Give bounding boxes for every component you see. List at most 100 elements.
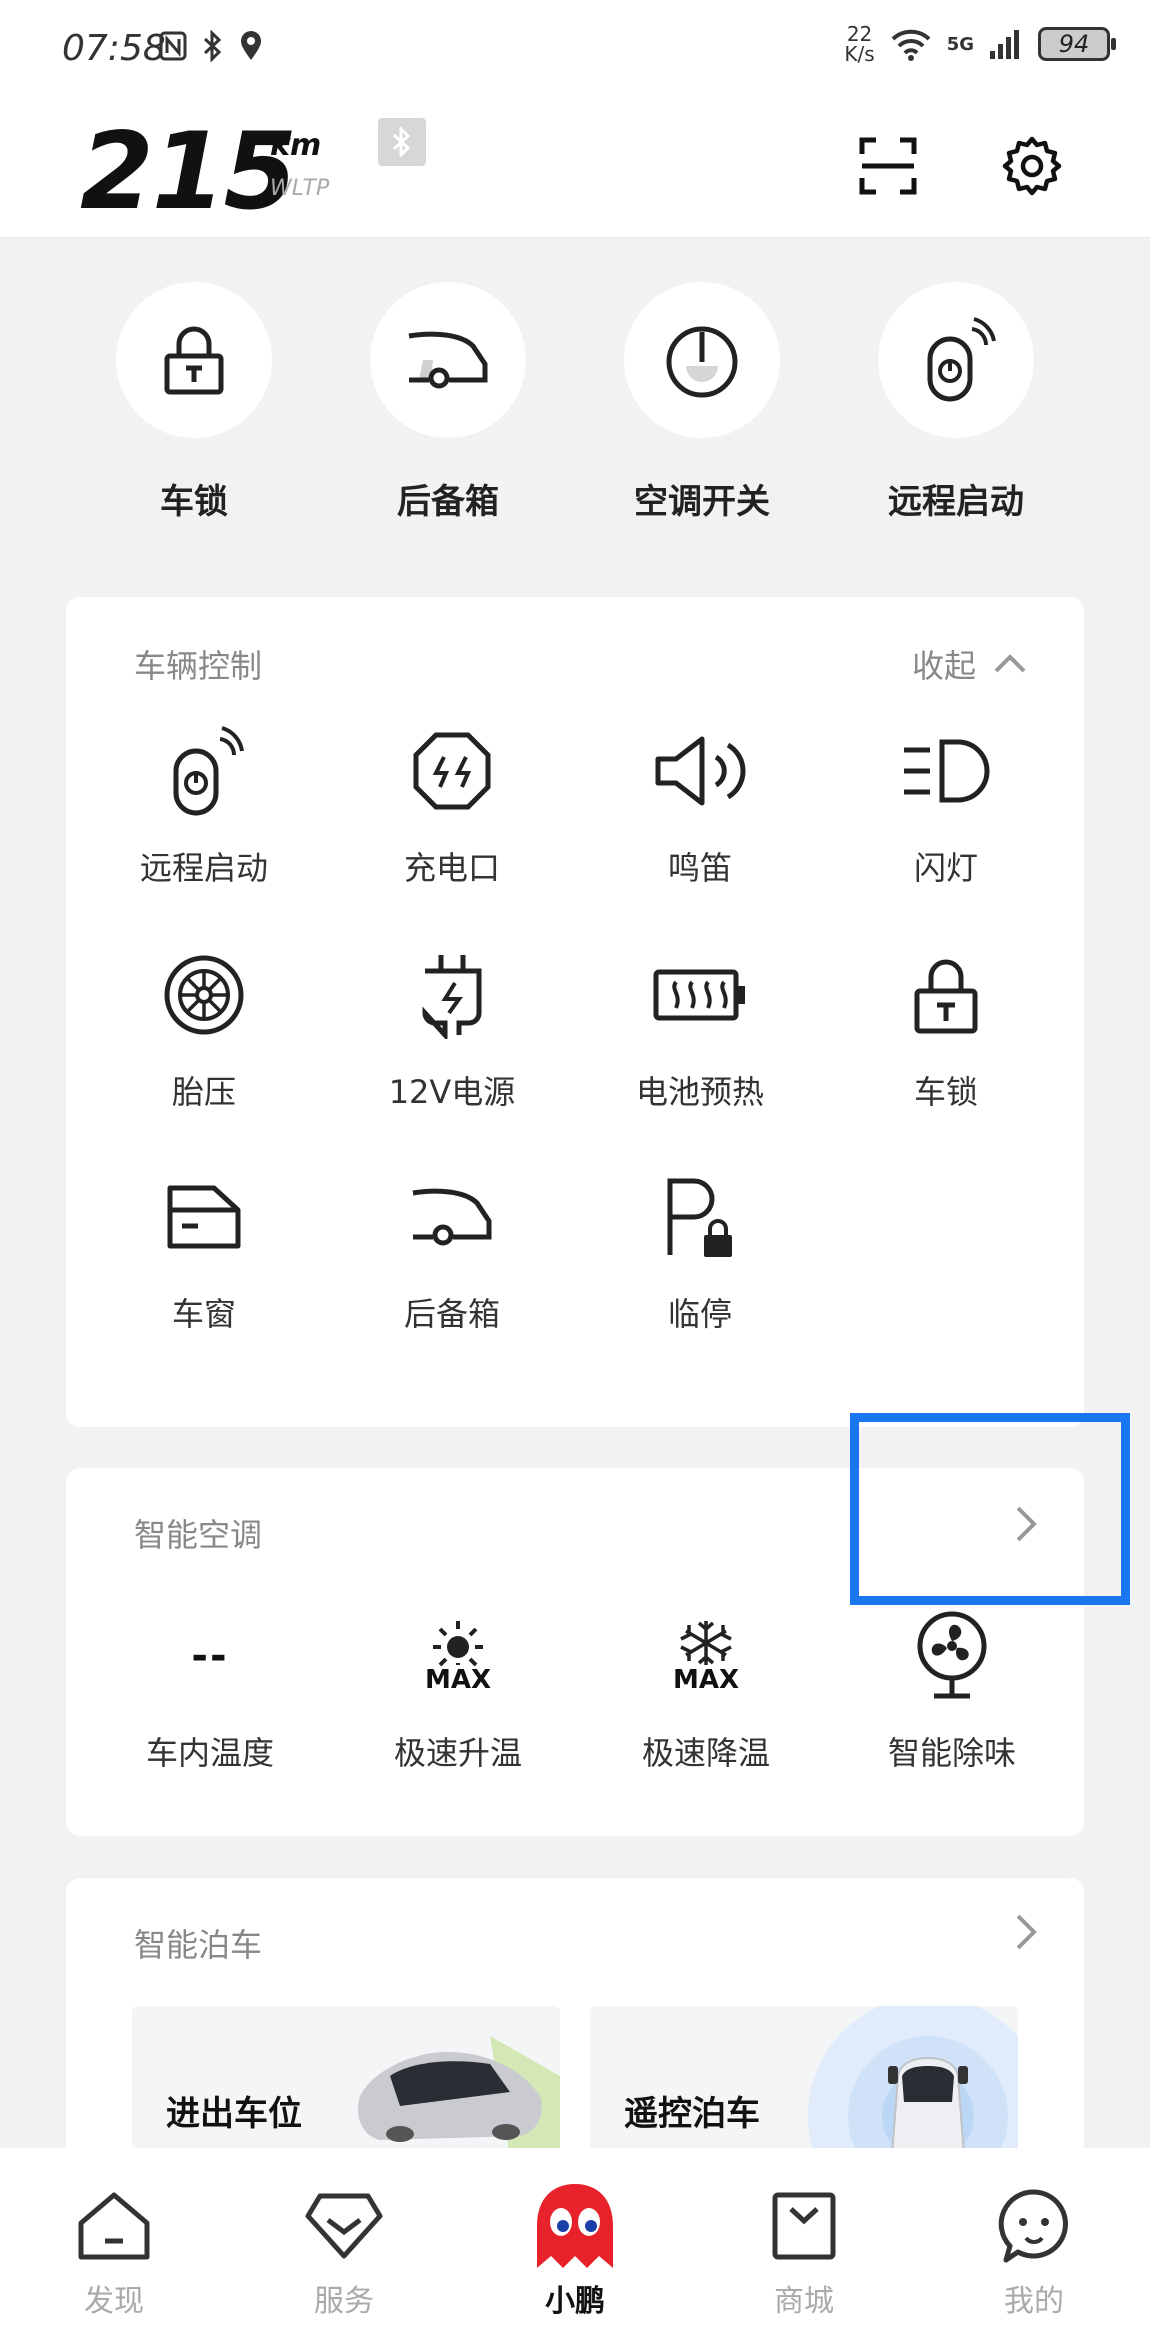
quick-lock-label: 车锁: [160, 482, 228, 522]
control-tire-pressure[interactable]: 胎压: [104, 947, 304, 1113]
smart-parking-more-button[interactable]: [1014, 1912, 1038, 1952]
quick-trunk-button[interactable]: 后备箱: [358, 282, 538, 523]
ac-deodorize[interactable]: 智能除味: [852, 1608, 1052, 1774]
nav-profile-icon-wrap: [992, 2184, 1076, 2268]
ac-max-badge: MAX: [672, 1665, 740, 1695]
fan-icon: [917, 1611, 987, 1699]
park-in-out-label: 进出车位: [166, 2094, 302, 2134]
battery-indicator: 94: [1038, 27, 1116, 61]
nav-label: 我的: [1004, 2284, 1064, 2319]
park-in-out-tile[interactable]: 进出车位: [132, 2006, 560, 2166]
nav-shop[interactable]: 商城: [714, 2184, 894, 2320]
cabin-temp-value: --: [191, 1633, 229, 1679]
bluetooth-key-badge[interactable]: [378, 118, 426, 166]
control-flash-lights[interactable]: 闪灯: [846, 723, 1046, 889]
profile-icon: [998, 2189, 1068, 2263]
plug-icon: [422, 955, 482, 1039]
control-lock-icon-wrap: [898, 947, 994, 1043]
control-label: 胎压: [171, 1073, 236, 1111]
bluetooth-icon: [392, 127, 411, 157]
signal-icon: [990, 30, 1019, 59]
control-trunk[interactable]: 后备箱: [352, 1169, 552, 1335]
nav-shop-icon-wrap: [762, 2184, 846, 2268]
control-temp-parking[interactable]: 临停: [600, 1169, 800, 1335]
ac-deodorize-icon-wrap: [904, 1608, 1000, 1704]
trunk-icon: [412, 1188, 492, 1246]
control-window[interactable]: 车窗: [104, 1169, 304, 1335]
control-charge-port[interactable]: 充电口: [352, 723, 552, 889]
chevron-up-icon: [994, 654, 1026, 673]
snowflake-icon: [680, 1621, 732, 1665]
quick-actions: 车锁 后备箱 空调开关 远程启动: [0, 270, 1150, 530]
scan-button[interactable]: [852, 130, 924, 202]
nfc-icon: [159, 31, 187, 61]
scan-icon: [859, 137, 917, 195]
ac-rapid-cool-icon-wrap: MAX: [658, 1608, 754, 1704]
control-label: 闪灯: [913, 849, 978, 887]
bluetooth-icon: [203, 30, 222, 62]
quick-lock-button[interactable]: 车锁: [104, 282, 284, 523]
remote-parking-tile[interactable]: 遥控泊车: [590, 2006, 1018, 2166]
quick-lock-circle: [116, 282, 272, 438]
network-speed-value: 22: [846, 22, 873, 46]
quick-remote-start-label: 远程启动: [888, 482, 1024, 522]
smart-parking-title: 智能泊车: [134, 1926, 263, 1964]
nav-profile[interactable]: 我的: [944, 2184, 1124, 2320]
car-radar-image-icon: [808, 2006, 1018, 2166]
quick-ac-power-button[interactable]: 空调开关: [612, 282, 792, 523]
status-icons-left: [158, 30, 264, 62]
quick-trunk-circle: [370, 282, 526, 438]
control-12v-power[interactable]: 12V电源: [352, 947, 552, 1113]
control-window-icon-wrap: [156, 1169, 252, 1265]
control-trunk-icon-wrap: [404, 1169, 500, 1265]
control-lock[interactable]: 车锁: [846, 947, 1046, 1113]
lock-icon: [914, 959, 978, 1034]
sun-icon: [433, 1621, 483, 1667]
location-icon: [241, 31, 261, 60]
control-label: 车窗: [171, 1295, 236, 1333]
collapse-label: 收起: [911, 647, 976, 685]
ac-label: 极速降温: [641, 1734, 770, 1772]
ac-cabin-temp[interactable]: -- 车内温度: [110, 1608, 310, 1774]
status-icons-right: 22 K/s 5G 94: [844, 22, 1116, 64]
control-battery-preheat[interactable]: 电池预热: [600, 947, 800, 1113]
control-label: 远程启动: [139, 849, 268, 887]
nav-label: 发现: [84, 2284, 144, 2319]
gear-icon: [1002, 136, 1062, 196]
ac-label: 智能除味: [887, 1734, 1016, 1772]
parking-lock-icon: [667, 1178, 732, 1257]
quick-remote-start-button[interactable]: 远程启动: [866, 282, 1046, 523]
remote-start-icon: [173, 726, 244, 816]
highlight-box: [850, 1413, 1130, 1605]
ac-rapid-cool[interactable]: MAX 极速降温: [606, 1608, 806, 1774]
nav-label-active: 小鹏: [545, 2284, 605, 2319]
vehicle-control-title: 车辆控制: [134, 647, 263, 685]
collapse-button[interactable]: 收起: [912, 641, 1028, 687]
service-icon: [305, 2193, 383, 2259]
control-tire-pressure-icon-wrap: [156, 947, 252, 1043]
control-remote-start[interactable]: 远程启动: [104, 723, 304, 889]
smart-parking-card[interactable]: 智能泊车 进出车位 遥控泊车: [66, 1878, 1084, 2178]
control-label: 临停: [667, 1295, 732, 1333]
nav-service[interactable]: 服务: [254, 2184, 434, 2320]
remote-parking-label: 遥控泊车: [624, 2094, 760, 2134]
nav-service-icon-wrap: [302, 2184, 386, 2268]
nav-xiaopeng[interactable]: 小鹏: [485, 2184, 665, 2320]
network-type: 5G: [946, 33, 974, 55]
control-label: 电池预热: [635, 1073, 764, 1111]
quick-trunk-label: 后备箱: [397, 482, 499, 522]
charge-port-icon: [413, 732, 491, 810]
control-temp-parking-icon-wrap: [652, 1169, 748, 1265]
control-label: 后备箱: [403, 1295, 500, 1333]
status-bar: 07:58 22 K/s 5G 94: [0, 0, 1150, 100]
settings-button[interactable]: [996, 130, 1068, 202]
remote-start-icon: [927, 317, 996, 402]
nav-discover[interactable]: 发现: [24, 2184, 204, 2320]
window-icon: [167, 1185, 241, 1249]
shop-icon: [772, 2192, 836, 2260]
quick-ac-power-circle: [624, 282, 780, 438]
nav-label: 商城: [774, 2284, 834, 2319]
control-horn[interactable]: 鸣笛: [600, 723, 800, 889]
bottom-nav: 发现 服务 小鹏 商城 我的: [0, 2148, 1150, 2347]
ac-rapid-heat[interactable]: MAX 极速升温: [358, 1608, 558, 1774]
